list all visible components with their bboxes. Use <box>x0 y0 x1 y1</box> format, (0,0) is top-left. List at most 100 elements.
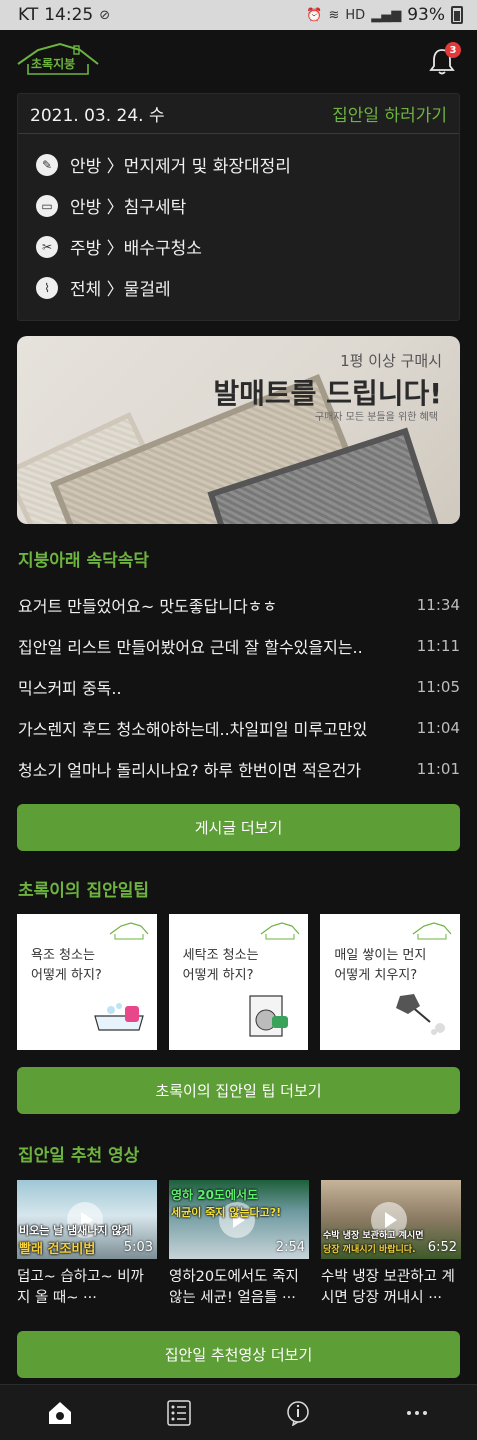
post-row[interactable]: 집안일 리스트 만들어봤어요 근데 잘 할수있을지는.. 11:11 <box>18 625 460 666</box>
go-chores-link[interactable]: 집안일 하러가기 <box>332 101 447 126</box>
post-row[interactable]: 요거트 만들었어요~ 맛도좋답니다ㅎㅎ 11:34 <box>18 584 460 625</box>
post-row[interactable]: 믹스커피 중독.. 11:05 <box>18 666 460 707</box>
mop-icon: ⌇ <box>36 276 58 299</box>
post-title: 집안일 리스트 만들어봤어요 근데 잘 할수있을지는.. <box>18 637 363 657</box>
tip-line: 세탁조 청소는 <box>182 948 259 963</box>
house-roof-logo-icon <box>260 922 300 940</box>
duster-icon: ✎ <box>36 153 58 176</box>
tip-card[interactable]: 욕조 청소는 어떻게 하지? <box>17 914 157 1050</box>
post-title: 믹스커피 중독.. <box>18 678 122 698</box>
community-section-title: 지붕아래 속닥속닥 <box>18 551 150 571</box>
task-label: 안방 〉먼지제거 및 화장대정리 <box>70 157 291 177</box>
video-title: 덥고~ 습하고~ 비까지 올 때~ ··· <box>17 1269 144 1306</box>
tip-text: 욕조 청소는 어떻게 하지? <box>31 946 141 986</box>
post-time: 11:01 <box>416 759 460 778</box>
nav-more[interactable] <box>387 1393 447 1433</box>
more-posts-button[interactable]: 게시글 더보기 <box>17 804 460 851</box>
house-roof-logo-icon <box>412 922 452 940</box>
nav-home[interactable] <box>30 1393 90 1433</box>
task-item[interactable]: ✎ 안방 〉먼지제거 및 화장대정리 <box>18 144 459 185</box>
post-time: 11:05 <box>416 677 460 696</box>
bottom-nav <box>0 1384 477 1440</box>
video-thumbnail: 수박 냉장 보관하고 계시면 당장 꺼내시기 바랍니다. 6:52 <box>321 1180 461 1259</box>
tip-line: 어떻게 하지? <box>31 968 102 983</box>
more-dots-icon <box>407 1410 428 1415</box>
thumb-caption: 영하 20도에서도 <box>171 1188 259 1202</box>
tip-card[interactable]: 매일 쌓이는 먼지 어떻게 치우지? <box>320 914 461 1050</box>
tip-cards-row: 욕조 청소는 어떻게 하지? 세탁조 청소는 어떻게 하지? 매일 쌓이는 먼지… <box>17 914 461 1050</box>
logo-text: 초록지붕 <box>31 57 76 71</box>
tip-line: 어떻게 하지? <box>182 968 254 983</box>
post-list: 요거트 만들었어요~ 맛도좋답니다ㅎㅎ 11:34 집안일 리스트 만들어봤어요… <box>18 584 460 789</box>
status-left: KT 14:25 ⊘ <box>18 5 110 25</box>
more-tips-button[interactable]: 초록이의 집안일 팁 더보기 <box>17 1067 460 1114</box>
bathtub-icon <box>93 1003 144 1031</box>
tip-text: 매일 쌓이는 먼지 어떻게 치우지? <box>334 946 444 986</box>
task-list: ✎ 안방 〉먼지제거 및 화장대정리 ▭ 안방 〉침구세탁 ✂ 주방 〉배수구청… <box>18 134 459 308</box>
notification-badge: 3 <box>445 42 461 58</box>
task-label: 전체 〉물걸레 <box>70 280 171 300</box>
thumb-caption: 수박 냉장 보관하고 계시면 <box>323 1231 424 1241</box>
task-item[interactable]: ⌇ 전체 〉물걸레 <box>18 267 459 308</box>
wifi-icon: ≋ <box>328 7 340 23</box>
task-item[interactable]: ✂ 주방 〉배수구청소 <box>18 226 459 267</box>
task-label: 안방 〉침구세탁 <box>70 198 187 218</box>
post-title: 청소기 얼마나 돌리시나요? 하루 한번이면 적은건가 <box>18 760 362 780</box>
nav-checklist[interactable] <box>149 1393 209 1433</box>
banner-caption: 구매자 모든 분들을 위한 혜택 <box>314 412 438 423</box>
video-title: 영하20도에서도 죽지않는 세균! 얼음틀 ··· <box>169 1269 299 1306</box>
status-bar: KT 14:25 ⊘ ⏰ ≋ HD ▂▄▆ 93% <box>0 0 477 30</box>
video-card[interactable]: 영하 20도에서도 세균이 죽지 않는다고?! 2:54 영하20도에서도 죽지… <box>169 1180 309 1309</box>
more-videos-button[interactable]: 집안일 추천영상 더보기 <box>17 1331 460 1378</box>
battery-icon <box>451 6 463 24</box>
tip-card[interactable]: 세탁조 청소는 어떻게 하지? <box>168 914 309 1050</box>
banner-title: 발매트를 드립니다! <box>213 377 442 410</box>
tip-text: 세탁조 청소는 어떻게 하지? <box>183 946 293 986</box>
nav-info[interactable] <box>268 1393 328 1433</box>
video-title: 수박 냉장 보관하고 계시면 당장 꺼내시 ··· <box>321 1269 455 1306</box>
post-time: 11:34 <box>416 595 460 614</box>
signal-icon: ▂▄▆ <box>371 7 402 23</box>
checklist-icon <box>167 1399 191 1426</box>
banner-subtitle: 1평 이상 구매시 <box>340 352 442 370</box>
washing-machine-icon <box>249 995 289 1037</box>
tip-line: 매일 쌓이는 먼지 <box>334 948 427 963</box>
house-roof-logo-icon <box>109 922 149 940</box>
post-title: 요거트 만들었어요~ 맛도좋답니다ㅎㅎ <box>18 596 278 616</box>
tip-line: 어떻게 치우지? <box>334 968 418 983</box>
post-row[interactable]: 가스렌지 후드 청소해야하는데..차일피일 미루고만있 11:04 <box>18 707 460 748</box>
video-card[interactable]: 비오는 날 냄새나지 않게 빨래 건조비법 5:03 덥고~ 습하고~ 비까지 … <box>17 1180 157 1309</box>
home-icon <box>48 1401 71 1424</box>
video-thumbnail: 영하 20도에서도 세균이 죽지 않는다고?! 2:54 <box>169 1180 309 1259</box>
video-duration: 6:52 <box>427 1240 457 1255</box>
video-duration: 2:54 <box>275 1240 305 1255</box>
hd-label: HD <box>345 7 366 23</box>
app-header: 초록지붕 3 <box>0 38 477 86</box>
video-card[interactable]: 수박 냉장 보관하고 계시면 당장 꺼내시기 바랍니다. 6:52 수박 냉장 … <box>321 1180 461 1309</box>
status-right: ⏰ ≋ HD ▂▄▆ 93% <box>306 5 463 25</box>
video-duration: 5:03 <box>123 1240 153 1255</box>
task-label: 주방 〉배수구청소 <box>70 239 202 259</box>
laundry-icon: ▭ <box>36 194 58 217</box>
task-date: 2021. 03. 24. 수 <box>30 106 165 126</box>
data-saver-icon: ⊘ <box>99 7 111 23</box>
post-row[interactable]: 청소기 얼마나 돌리시나요? 하루 한번이면 적은건가 11:01 <box>18 748 460 789</box>
post-time: 11:11 <box>416 636 460 655</box>
battery-percent: 93% <box>407 5 445 25</box>
video-thumbnail: 비오는 날 냄새나지 않게 빨래 건조비법 5:03 <box>17 1180 157 1259</box>
thumb-caption: 세균이 죽지 않는다고?! <box>171 1206 282 1219</box>
videos-section-title: 집안일 추천 영상 <box>18 1146 140 1166</box>
today-tasks-card: 2021. 03. 24. 수 집안일 하러가기 ✎ 안방 〉먼지제거 및 화장… <box>17 93 460 321</box>
thumb-caption: 당장 꺼내시기 바랍니다. <box>323 1245 416 1255</box>
feather-duster-icon <box>396 994 446 1035</box>
logo[interactable]: 초록지붕 <box>0 38 110 86</box>
carrier-label: KT <box>18 5 39 25</box>
video-row: 비오는 날 냄새나지 않게 빨래 건조비법 5:03 덥고~ 습하고~ 비까지 … <box>17 1180 461 1309</box>
tip-line: 욕조 청소는 <box>31 948 95 963</box>
drain-brush-icon: ✂ <box>36 235 58 258</box>
task-item[interactable]: ▭ 안방 〉침구세탁 <box>18 185 459 226</box>
promo-banner[interactable]: 1평 이상 구매시 발매트를 드립니다! 구매자 모든 분들을 위한 혜택 <box>17 336 460 524</box>
info-icon <box>287 1400 309 1426</box>
alarm-icon: ⏰ <box>306 7 323 23</box>
notifications-button[interactable]: 3 <box>417 38 467 86</box>
